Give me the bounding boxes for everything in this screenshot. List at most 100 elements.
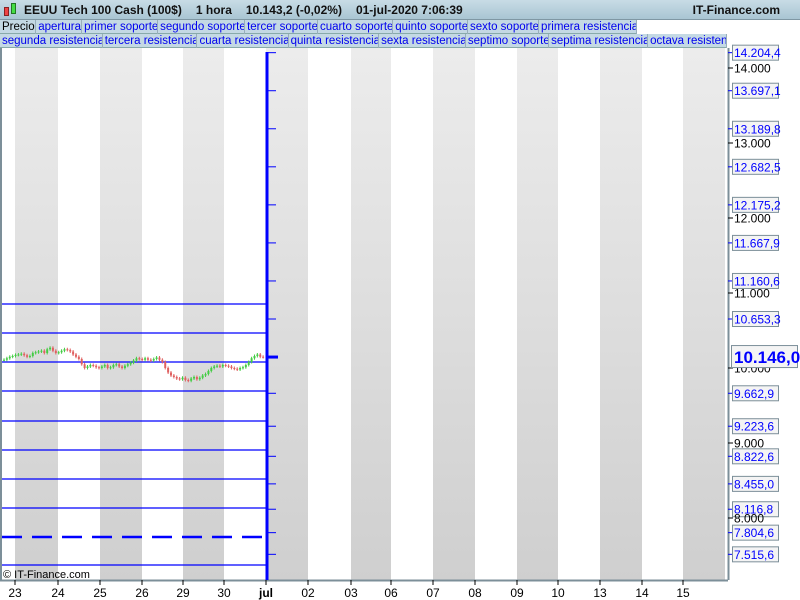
candle — [60, 350, 63, 353]
toolbar-item[interactable]: primer soporte — [82, 20, 158, 34]
candle — [161, 359, 164, 362]
x-tick-label: 26 — [135, 586, 149, 600]
x-tick-label: 24 — [51, 586, 65, 600]
candle — [144, 358, 147, 360]
candle — [63, 349, 66, 351]
day-band — [517, 48, 558, 580]
candle — [54, 350, 57, 353]
toolbar-item[interactable]: segunda resistencia — [0, 34, 102, 48]
x-tick-label: 07 — [426, 586, 440, 600]
level-label: 7.515,6 — [734, 548, 774, 562]
toolbar-item[interactable]: primera resistencia — [539, 20, 636, 34]
toolbar-item[interactable]: cuarto soporte — [317, 20, 393, 34]
level-label: 9.223,6 — [734, 420, 774, 434]
datetime: 01-jul-2020 7:06:39 — [355, 2, 463, 17]
site-name: IT-Finance.com — [692, 3, 780, 17]
candle — [26, 355, 29, 357]
candle — [262, 356, 265, 358]
timeframe: 1 hora — [195, 2, 232, 17]
toolbar-item[interactable]: septima resistencia — [549, 34, 648, 48]
toolbar-item[interactable]: Precio — [0, 20, 36, 34]
candle — [3, 359, 5, 361]
x-tick-label: 29 — [176, 586, 190, 600]
toolbar-item[interactable]: apertura — [36, 20, 82, 34]
candle — [100, 366, 103, 368]
level-label: 8.455,0 — [734, 477, 774, 491]
candle — [146, 358, 149, 360]
toolbar-item[interactable]: sexta resistencia — [379, 34, 465, 48]
level-label: 13.189,8 — [734, 122, 781, 136]
candle — [118, 364, 121, 367]
x-tick-label: 13 — [593, 586, 607, 600]
title-bar: EEUU Tech 100 Cash (100$) 1 hora 10.143,… — [0, 0, 800, 20]
left-border — [0, 48, 2, 580]
candle — [218, 365, 221, 367]
candle — [34, 352, 37, 354]
x-tick-label: 14 — [635, 586, 649, 600]
candle — [256, 354, 259, 356]
candle — [106, 365, 109, 368]
candle — [193, 377, 196, 379]
toolbar-item[interactable]: septimo soporte — [465, 34, 549, 48]
candle — [216, 365, 219, 367]
candle — [95, 365, 98, 368]
candle — [172, 375, 175, 377]
candle — [233, 368, 236, 369]
candle — [103, 365, 106, 367]
candle — [112, 365, 115, 368]
current-price-label: 10.146,0 — [734, 348, 800, 367]
candle — [92, 365, 95, 366]
candle — [210, 368, 213, 371]
x-tick-label: 02 — [301, 586, 315, 600]
candle — [126, 364, 129, 366]
candle — [121, 366, 124, 368]
candle — [132, 360, 135, 363]
candle — [129, 362, 132, 365]
candle — [230, 366, 233, 368]
candle — [31, 353, 34, 356]
candle — [158, 357, 161, 360]
candle — [86, 366, 89, 368]
candle — [236, 368, 239, 370]
instrument-name: EEUU Tech 100 Cash (100$) — [24, 2, 182, 17]
candle — [83, 364, 86, 368]
candle — [167, 368, 170, 373]
toolbar-item[interactable]: tercer soporte — [245, 20, 317, 34]
candle — [155, 357, 158, 359]
candle — [37, 351, 40, 353]
day-band — [683, 48, 725, 580]
candle — [201, 375, 204, 378]
day-band — [433, 48, 475, 580]
level-label: 11.667,9 — [734, 236, 780, 250]
toolbar-item[interactable]: segundo soporte — [158, 20, 245, 34]
toolbar-item[interactable]: cuarta resistencia — [197, 34, 288, 48]
level-label: 7.804,6 — [734, 526, 774, 540]
candle — [5, 358, 8, 360]
toolbar-item[interactable]: sexto soporte — [468, 20, 539, 34]
toolbar-item[interactable]: quinta resistencia — [288, 34, 379, 48]
candle — [259, 354, 262, 357]
candle — [11, 356, 14, 357]
candle — [66, 349, 69, 351]
candle — [204, 374, 207, 376]
candle — [17, 354, 20, 356]
level-label: 8.822,6 — [734, 450, 774, 464]
watermark: © IT-Finance.com — [3, 569, 90, 581]
toolbar-item[interactable]: tercera resistencia — [102, 34, 197, 48]
candle — [184, 377, 187, 380]
toolbar-item[interactable]: octava resisten — [648, 34, 727, 48]
price-chart[interactable]: 14.204,4 13.697,1 13.189,8 12.682,5 12.175,2… — [0, 0, 800, 600]
candle — [198, 377, 201, 380]
indicator-toolbar-2: segunda resistencia tercera resistencia cu… — [0, 34, 727, 48]
x-tick-label: 15 — [676, 586, 690, 600]
candle — [123, 365, 126, 368]
toolbar-item[interactable]: quinto soporte — [393, 20, 467, 34]
level-label: 12.682,5 — [734, 160, 781, 174]
candle — [8, 356, 11, 359]
candle — [181, 377, 184, 380]
candle — [46, 349, 49, 353]
candle — [169, 372, 172, 376]
y-tick-label: 14.000 — [734, 62, 771, 76]
candle — [23, 353, 26, 356]
candle — [239, 368, 242, 370]
